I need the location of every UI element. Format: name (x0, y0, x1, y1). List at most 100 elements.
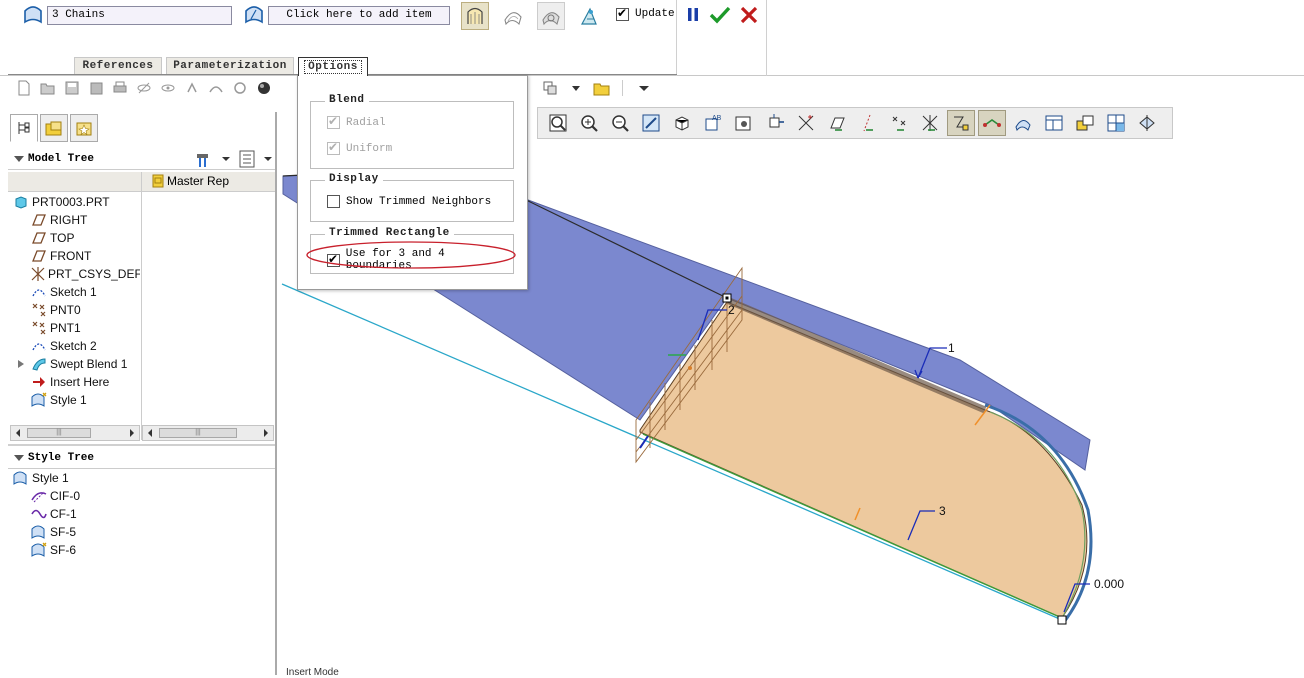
master-rep-column[interactable]: Master Rep (152, 174, 229, 188)
part-icon (12, 194, 30, 210)
open-file-icon[interactable] (38, 78, 58, 98)
surface-active-icon (30, 542, 48, 558)
new-file-icon[interactable] (14, 78, 34, 98)
axis-display-icon[interactable] (854, 110, 882, 136)
style-tree-item-sf-6[interactable]: SF-6 (12, 541, 272, 559)
collapse-icon[interactable] (12, 453, 26, 463)
pause-icon[interactable] (684, 6, 702, 27)
tab-options[interactable]: Options (298, 57, 368, 76)
surface-preview-icon[interactable] (537, 2, 565, 30)
show-trimmed-neighbors-option[interactable]: Show Trimmed Neighbors (327, 195, 491, 208)
analysis-icon[interactable] (575, 2, 603, 30)
cancel-x-icon[interactable] (739, 5, 759, 28)
tree-item-csys[interactable]: PRT_CSYS_DEF (12, 265, 140, 283)
tree-item-pnt1[interactable]: PNT1 (12, 319, 140, 337)
update-check-box[interactable] (616, 6, 629, 21)
accept-check-icon[interactable] (709, 5, 731, 28)
surface-connection-icon[interactable] (499, 2, 527, 30)
add-item-collector-icon[interactable] (243, 5, 265, 28)
tab-parameterization[interactable]: Parameterization (166, 57, 294, 74)
tree-item-prt0003[interactable]: PRT0003.PRT (12, 193, 140, 211)
style-tree-item-style-1[interactable]: Style 1 (12, 469, 272, 487)
style-tree-item-cf-1[interactable]: CF-1 (12, 505, 272, 523)
overflow-arrow-icon[interactable] (634, 78, 654, 98)
uniform-label: Uniform (346, 142, 393, 155)
mesh-icon[interactable] (206, 78, 226, 98)
folder-icon[interactable] (592, 78, 612, 98)
render-sphere-icon[interactable] (254, 78, 274, 98)
chains-collector[interactable]: 3 Chains (47, 6, 232, 25)
scroll-thumb[interactable]: ||| (159, 428, 237, 438)
refit-icon[interactable] (544, 110, 572, 136)
saved-view-icon[interactable] (730, 110, 758, 136)
regenerate-icon[interactable] (182, 78, 202, 98)
orient-icon[interactable] (761, 110, 789, 136)
tree-settings-dropdown-icon[interactable] (264, 156, 272, 162)
show-icon[interactable] (158, 78, 178, 98)
active-plane-orientation-icon[interactable] (1071, 110, 1099, 136)
tree-item-top[interactable]: TOP (12, 229, 140, 247)
save-as-icon[interactable] (86, 78, 106, 98)
favorites-tab[interactable] (70, 114, 98, 142)
tree-item-swept-blend[interactable]: Swept Blend 1 (12, 355, 140, 373)
scroll-right-icon[interactable] (261, 427, 271, 439)
model-tree-tab[interactable] (10, 114, 38, 142)
spin-icon[interactable] (230, 78, 250, 98)
display-style-icon[interactable] (668, 110, 696, 136)
datum-axis-display-icon[interactable] (792, 110, 820, 136)
panel-splitter[interactable] (8, 444, 275, 446)
tree-settings-icon[interactable] (238, 149, 258, 169)
four-view-icon[interactable] (1102, 110, 1130, 136)
model-tree-scrollbar-left[interactable]: ||| (10, 425, 140, 441)
tab-references[interactable]: References (74, 57, 162, 74)
dropdown-arrow-icon[interactable] (566, 78, 586, 98)
points-snap-icon[interactable] (978, 110, 1006, 136)
saved-views-icon[interactable] (540, 78, 560, 98)
style-tree-item-cif-0[interactable]: CIF-0 (12, 487, 272, 505)
save-icon[interactable] (62, 78, 82, 98)
curves-display-icon[interactable] (947, 110, 975, 136)
folder-browser-tab[interactable] (40, 114, 68, 142)
annotation-display-icon[interactable]: AB (699, 110, 727, 136)
hide-icon[interactable] (134, 78, 154, 98)
tree-tools-icon[interactable] (194, 149, 216, 169)
tree-item-insert-here[interactable]: Insert Here (12, 373, 140, 391)
tree-item-style-1[interactable]: Style 1 (12, 391, 140, 409)
scroll-right-icon[interactable] (127, 427, 137, 439)
style-tree-item-sf-5[interactable]: SF-5 (12, 523, 272, 541)
tree-tools-dropdown-icon[interactable] (222, 156, 230, 162)
insert-arrow-icon (30, 374, 48, 390)
style-surface-display-icon[interactable] (1009, 110, 1037, 136)
tree-item-sketch-2[interactable]: Sketch 2 (12, 337, 140, 355)
datum-plane-display-icon[interactable] (823, 110, 851, 136)
zoom-out-icon[interactable] (606, 110, 634, 136)
point-display-icon[interactable] (885, 110, 913, 136)
scroll-thumb[interactable]: ||| (27, 428, 91, 438)
options-panel: Blend Radial Uniform Display Show Trimme… (297, 75, 528, 290)
tree-item-pnt0[interactable]: PNT0 (12, 301, 140, 319)
tree-item-sketch-1[interactable]: Sketch 1 (12, 283, 140, 301)
repaint-icon[interactable] (637, 110, 665, 136)
collapse-icon[interactable] (12, 154, 26, 164)
scroll-left-icon[interactable] (13, 427, 23, 439)
csys-display-icon[interactable] (916, 110, 944, 136)
print-icon[interactable] (110, 78, 130, 98)
model-tree-scrollbar-right[interactable]: ||| (142, 425, 274, 441)
zoom-in-icon[interactable] (575, 110, 603, 136)
add-item-collector[interactable]: Click here to add item (268, 6, 450, 25)
tree-item-label: Sketch 1 (50, 285, 97, 299)
datum-point-icon (30, 320, 48, 336)
update-checkbox[interactable] (616, 6, 629, 24)
tree-item-front[interactable]: FRONT (12, 247, 140, 265)
expand-arrow-icon[interactable] (16, 359, 26, 369)
tab-references-label: References (82, 60, 154, 72)
internal-plane-icon[interactable] (1133, 110, 1161, 136)
show-trimmed-neighbors-checkbox[interactable] (327, 195, 340, 208)
scroll-left-icon[interactable] (145, 427, 155, 439)
model-tree-list: PRT0003.PRT RIGHT TOP FRONT PRT_CSYS_DEF… (12, 193, 140, 409)
surface-mode-icon[interactable] (461, 2, 489, 30)
datum-plane-icon (30, 230, 48, 246)
chains-collector-icon[interactable] (22, 5, 44, 28)
single-view-icon[interactable] (1040, 110, 1068, 136)
tree-item-right[interactable]: RIGHT (12, 211, 140, 229)
